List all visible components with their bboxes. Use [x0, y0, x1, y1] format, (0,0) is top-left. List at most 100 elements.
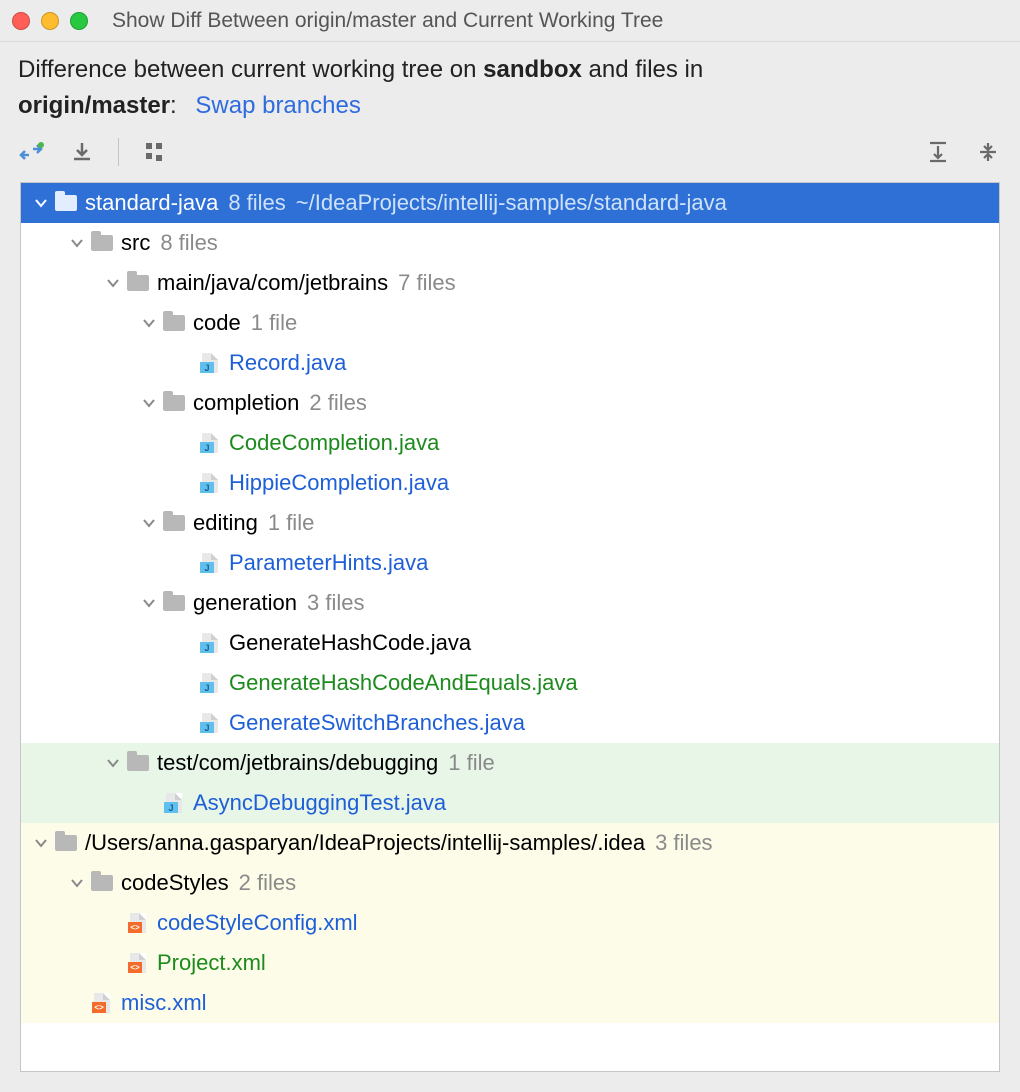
- desc-prefix: Difference between current working tree …: [18, 56, 483, 83]
- tree-row[interactable]: standard-java 8 files ~/IdeaProjects/intel…: [21, 183, 999, 223]
- folder-icon: [161, 592, 187, 614]
- branch-origin-master: origin/master: [18, 92, 170, 119]
- tree-item-label: GenerateHashCode.java: [229, 630, 471, 656]
- expand-all-icon[interactable]: [924, 138, 952, 166]
- tree-item-label: misc.xml: [121, 990, 207, 1016]
- file-count: 1 file: [251, 310, 297, 336]
- chevron-down-icon[interactable]: [137, 516, 161, 530]
- diff-description: Difference between current working tree …: [0, 42, 1020, 130]
- java-file-icon: J: [197, 712, 223, 734]
- chevron-down-icon[interactable]: [101, 756, 125, 770]
- tree-row[interactable]: J GenerateSwitchBranches.java: [21, 703, 999, 743]
- tree-item-label: HippieCompletion.java: [229, 470, 449, 496]
- tree-item-label: standard-java: [85, 190, 218, 216]
- tree-row[interactable]: J CodeCompletion.java: [21, 423, 999, 463]
- chevron-down-icon[interactable]: [29, 196, 53, 210]
- minimize-icon[interactable]: [41, 12, 59, 30]
- tree-item-label: ParameterHints.java: [229, 550, 428, 576]
- tree-row[interactable]: J GenerateHashCode.java: [21, 623, 999, 663]
- close-icon[interactable]: [12, 12, 30, 30]
- tree-item-label: CodeCompletion.java: [229, 430, 439, 456]
- tree-item-label: generation: [193, 590, 297, 616]
- java-file-icon: J: [197, 632, 223, 654]
- chevron-down-icon[interactable]: [65, 236, 89, 250]
- titlebar: Show Diff Between origin/master and Curr…: [0, 0, 1020, 42]
- folder-icon: [161, 512, 187, 534]
- traffic-lights: [12, 12, 88, 30]
- chevron-down-icon[interactable]: [137, 316, 161, 330]
- tree-row[interactable]: <>Project.xml: [21, 943, 999, 983]
- tree-row[interactable]: J HippieCompletion.java: [21, 463, 999, 503]
- folder-icon: [161, 392, 187, 414]
- chevron-down-icon[interactable]: [65, 876, 89, 890]
- tree-row[interactable]: J GenerateHashCodeAndEquals.java: [21, 663, 999, 703]
- group-icon[interactable]: [141, 138, 169, 166]
- file-count: 2 files: [239, 870, 296, 896]
- tree-row[interactable]: J Record.java: [21, 343, 999, 383]
- tree-row[interactable]: /Users/anna.gasparyan/IdeaProjects/intel…: [21, 823, 999, 863]
- desc-colon: :: [170, 92, 177, 119]
- download-icon[interactable]: [68, 138, 96, 166]
- xml-file-icon: <>: [125, 952, 151, 974]
- tree-item-label: src: [121, 230, 150, 256]
- tree-row[interactable]: code 1 file: [21, 303, 999, 343]
- folder-icon: [89, 872, 115, 894]
- tree-row[interactable]: codeStyles 2 files: [21, 863, 999, 903]
- tree-item-label: test/com/jetbrains/debugging: [157, 750, 438, 776]
- tree-item-label: codeStyleConfig.xml: [157, 910, 358, 936]
- tree-row[interactable]: main/java/com/jetbrains 7 files: [21, 263, 999, 303]
- maximize-icon[interactable]: [70, 12, 88, 30]
- tree-item-label: /Users/anna.gasparyan/IdeaProjects/intel…: [85, 830, 645, 856]
- folder-icon: [125, 752, 151, 774]
- java-file-icon: J: [197, 672, 223, 694]
- tree-item-label: GenerateSwitchBranches.java: [229, 710, 525, 736]
- tree-row[interactable]: test/com/jetbrains/debugging 1 file: [21, 743, 999, 783]
- tree-row[interactable]: generation 3 files: [21, 583, 999, 623]
- tree-item-label: Record.java: [229, 350, 346, 376]
- xml-file-icon: <>: [125, 912, 151, 934]
- tree-row[interactable]: editing 1 file: [21, 503, 999, 543]
- tree-item-label: codeStyles: [121, 870, 229, 896]
- folder-icon: [89, 232, 115, 254]
- file-count: 3 files: [307, 590, 364, 616]
- compare-icon[interactable]: [18, 138, 46, 166]
- java-file-icon: J: [197, 352, 223, 374]
- chevron-down-icon[interactable]: [29, 836, 53, 850]
- tree-item-path: ~/IdeaProjects/intellij-samples/standard…: [296, 190, 727, 216]
- file-count: 2 files: [309, 390, 366, 416]
- chevron-down-icon[interactable]: [101, 276, 125, 290]
- folder-icon: [125, 272, 151, 294]
- tree-row[interactable]: <> codeStyleConfig.xml: [21, 903, 999, 943]
- diff-tree[interactable]: standard-java 8 files ~/IdeaProjects/intel…: [20, 182, 1000, 1072]
- folder-icon: [161, 312, 187, 334]
- toolbar: [0, 130, 1020, 178]
- tree-row[interactable]: <>misc.xml: [21, 983, 999, 1023]
- window-title: Show Diff Between origin/master and Curr…: [112, 9, 663, 33]
- tree-item-label: AsyncDebuggingTest.java: [193, 790, 446, 816]
- chevron-down-icon[interactable]: [137, 396, 161, 410]
- collapse-all-icon[interactable]: [974, 138, 1002, 166]
- tree-row[interactable]: completion 2 files: [21, 383, 999, 423]
- java-file-icon: J: [197, 472, 223, 494]
- tree-row[interactable]: J AsyncDebuggingTest.java: [21, 783, 999, 823]
- java-file-icon: J: [197, 432, 223, 454]
- chevron-down-icon[interactable]: [137, 596, 161, 610]
- tree-item-label: completion: [193, 390, 299, 416]
- branch-sandbox: sandbox: [483, 56, 582, 83]
- java-file-icon: J: [197, 552, 223, 574]
- file-count: 1 file: [268, 510, 314, 536]
- tree-row[interactable]: src 8 files: [21, 223, 999, 263]
- file-count: 8 files: [160, 230, 217, 256]
- java-file-icon: J: [161, 792, 187, 814]
- tree-item-label: main/java/com/jetbrains: [157, 270, 388, 296]
- file-count: 7 files: [398, 270, 455, 296]
- tree-item-label: code: [193, 310, 241, 336]
- separator-icon: [118, 138, 119, 166]
- folder-icon: [53, 192, 79, 214]
- file-count: 8 files: [228, 190, 285, 216]
- swap-branches-link[interactable]: Swap branches: [195, 92, 360, 119]
- tree-row[interactable]: J ParameterHints.java: [21, 543, 999, 583]
- tree-item-label: editing: [193, 510, 258, 536]
- tree-item-label: GenerateHashCodeAndEquals.java: [229, 670, 578, 696]
- file-count: 1 file: [448, 750, 494, 776]
